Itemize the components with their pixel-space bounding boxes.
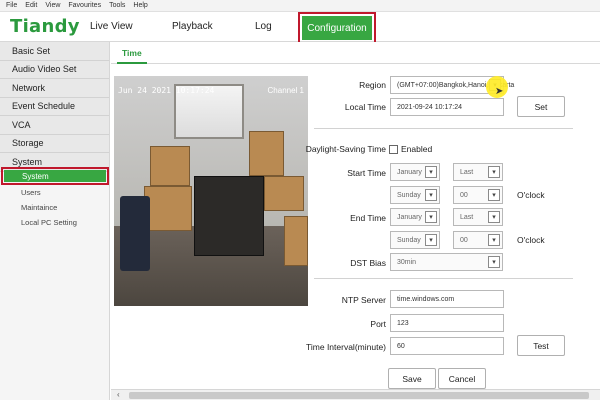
sidebar-item-users[interactable]: Users [21, 188, 41, 197]
start-hour-select[interactable]: 00 ▾ [453, 186, 503, 204]
chevron-down-icon[interactable]: ▾ [425, 189, 437, 201]
ntp-server-field[interactable]: time.windows.com [390, 290, 504, 308]
divider [314, 128, 573, 129]
chevron-down-icon[interactable]: ▾ [488, 189, 500, 201]
menu-edit[interactable]: Edit [25, 2, 37, 9]
end-month-select[interactable]: January ▾ [390, 208, 440, 226]
app-header: Tiandy Live View Playback Log Configurat… [0, 12, 600, 44]
sidebar: Basic Set Audio Video Set Network Event … [0, 42, 110, 400]
interval-label: Time Interval(minute) [306, 342, 386, 352]
start-week-select[interactable]: Last ▾ [453, 163, 503, 181]
dst-label: Daylight-Saving Time [305, 144, 386, 154]
start-oclock-label: O'clock [517, 190, 545, 200]
chevron-down-icon[interactable]: ▾ [425, 234, 437, 246]
divider [314, 278, 573, 279]
scroll-left-icon[interactable]: ‹ [117, 390, 120, 399]
set-button[interactable]: Set [517, 96, 565, 117]
nav-log[interactable]: Log [255, 21, 272, 32]
camera-preview: Jun 24 2021 10:17:24 Channel 1 [114, 76, 308, 306]
menu-tools[interactable]: Tools [109, 2, 125, 9]
end-day-value: Sunday [397, 236, 421, 244]
sidebar-item-system[interactable]: System [4, 170, 106, 182]
sidebar-storage[interactable]: Storage [0, 134, 109, 153]
mouse-cursor-icon: ➤ [495, 86, 504, 97]
interval-field[interactable]: 60 [390, 337, 504, 355]
ntp-server-label: NTP Server [341, 295, 386, 305]
preview-box [264, 176, 304, 211]
region-label: Region [359, 80, 386, 90]
preview-box [249, 131, 284, 176]
sidebar-vca[interactable]: VCA [0, 116, 109, 135]
start-time-label: Start Time [347, 168, 386, 178]
sidebar-basic-set[interactable]: Basic Set [0, 42, 109, 61]
preview-osd-time: Jun 24 2021 10:17:24 [118, 86, 215, 95]
nav-configuration-highlight[interactable]: Configuration [298, 12, 376, 44]
end-week-value: Last [460, 213, 474, 221]
chevron-down-icon[interactable]: ▾ [425, 166, 437, 178]
chevron-down-icon[interactable]: ▾ [488, 234, 500, 246]
start-week-value: Last [460, 168, 474, 176]
preview-shelf [194, 176, 264, 256]
menu-help[interactable]: Help [133, 2, 147, 9]
dst-enabled-checkbox[interactable] [389, 145, 398, 154]
preview-box [144, 186, 192, 231]
menu-view[interactable]: View [45, 2, 60, 9]
preview-box [150, 146, 190, 186]
cancel-button[interactable]: Cancel [438, 368, 486, 389]
main-panel: Time Jun 24 2021 10:17:24 Channel 1 Regi… [111, 42, 600, 400]
start-month-value: January [397, 168, 422, 176]
chevron-down-icon[interactable]: ▾ [425, 211, 437, 223]
nav-playback[interactable]: Playback [172, 21, 213, 32]
dst-bias-select[interactable]: 30min ▾ [390, 253, 503, 271]
menu-favourites[interactable]: Favourites [68, 2, 101, 9]
start-month-select[interactable]: January ▾ [390, 163, 440, 181]
local-time-label: Local Time [344, 102, 386, 112]
end-oclock-label: O'clock [517, 235, 545, 245]
end-month-value: January [397, 213, 422, 221]
sidebar-event-schedule[interactable]: Event Schedule [0, 97, 109, 116]
port-field[interactable]: 123 [390, 314, 504, 332]
nav-live-view[interactable]: Live View [90, 21, 133, 32]
sidebar-item-system-selected[interactable]: System [1, 167, 109, 185]
local-time-field[interactable]: 2021-09-24 10:17:24 [390, 98, 504, 116]
scrollbar-thumb[interactable] [129, 392, 589, 399]
sidebar-audio-video-set[interactable]: Audio Video Set [0, 60, 109, 79]
menu-file[interactable]: File [6, 2, 17, 9]
tiandy-logo: Tiandy [10, 16, 80, 37]
dst-bias-value: 30min [397, 258, 417, 266]
test-button[interactable]: Test [517, 335, 565, 356]
browser-menu-bar: File Edit View Favourites Tools Help [0, 0, 600, 12]
horizontal-scrollbar[interactable]: ‹ [111, 389, 600, 400]
sidebar-network[interactable]: Network [0, 79, 109, 98]
dst-enabled-label: Enabled [401, 144, 433, 154]
end-week-select[interactable]: Last ▾ [453, 208, 503, 226]
nav-configuration[interactable]: Configuration [302, 16, 372, 40]
sidebar-item-local-pc-setting[interactable]: Local PC Setting [21, 218, 77, 227]
port-label: Port [370, 319, 386, 329]
end-hour-select[interactable]: 00 ▾ [453, 231, 503, 249]
dst-bias-label: DST Bias [350, 258, 386, 268]
end-day-select[interactable]: Sunday ▾ [390, 231, 440, 249]
chevron-down-icon[interactable]: ▾ [488, 166, 500, 178]
start-day-value: Sunday [397, 191, 421, 199]
end-hour-value: 00 [460, 236, 468, 244]
save-button[interactable]: Save [388, 368, 436, 389]
tab-bar: Time [111, 42, 600, 64]
chevron-down-icon[interactable]: ▾ [488, 211, 500, 223]
start-hour-value: 00 [460, 191, 468, 199]
preview-chair [120, 196, 150, 271]
end-time-label: End Time [350, 213, 386, 223]
start-day-select[interactable]: Sunday ▾ [390, 186, 440, 204]
tab-time[interactable]: Time [122, 48, 142, 58]
tab-active-indicator [117, 62, 147, 64]
sidebar-item-maintaince[interactable]: Maintaince [21, 203, 57, 212]
chevron-down-icon[interactable]: ▾ [488, 256, 500, 268]
